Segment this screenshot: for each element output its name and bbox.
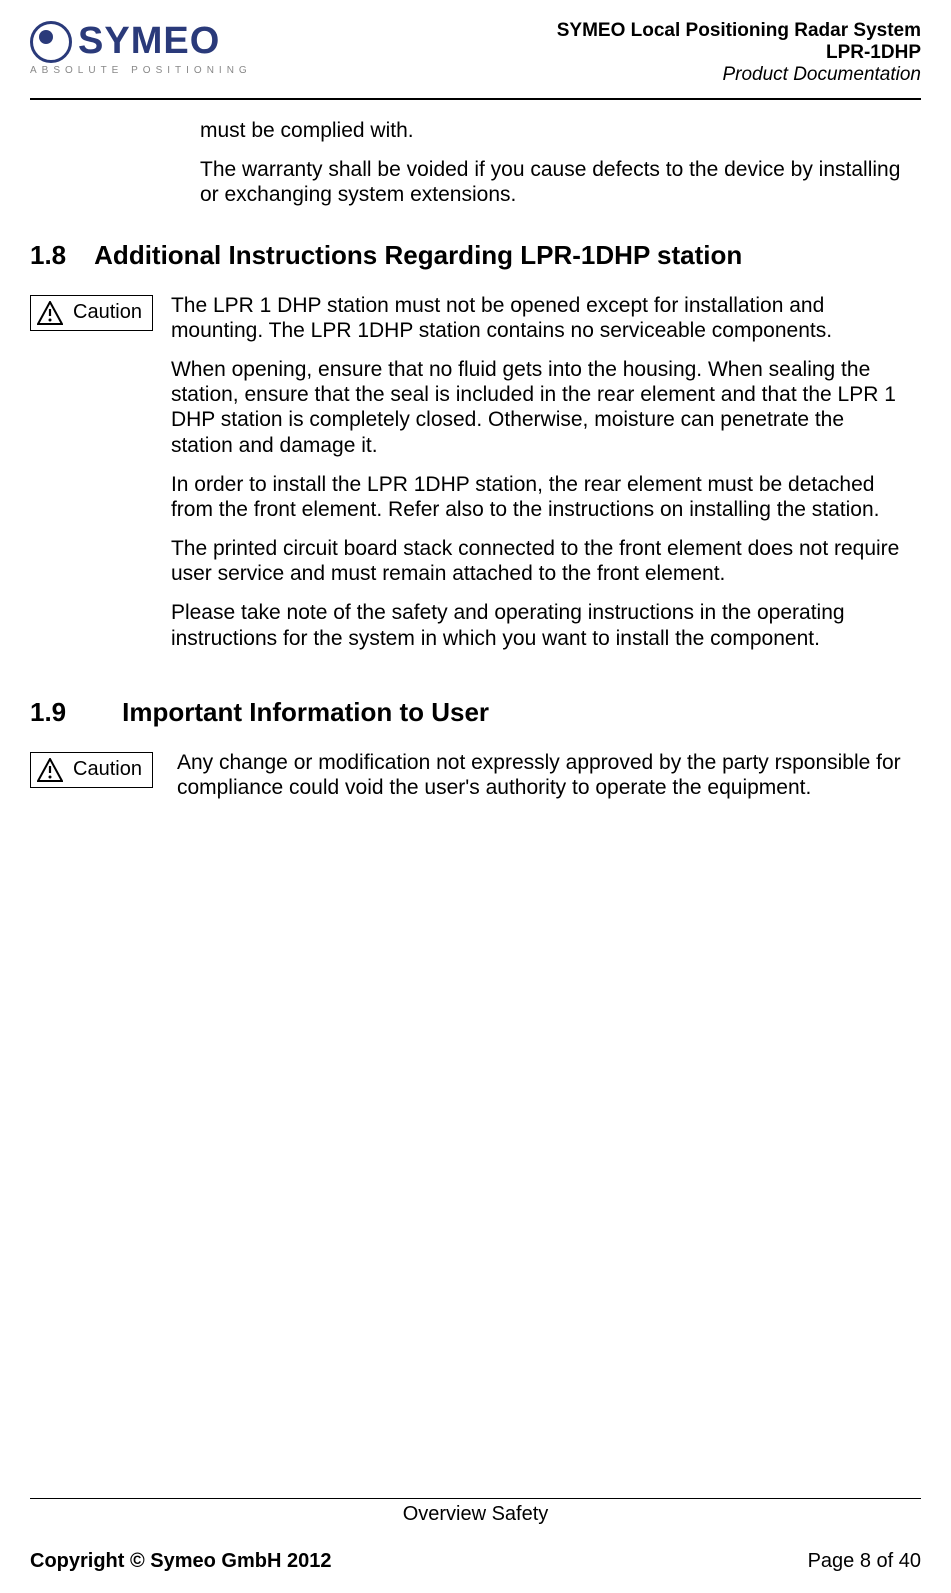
warning-icon xyxy=(37,758,63,782)
header-line-3: Product Documentation xyxy=(557,64,921,86)
page-footer: Overview Safety Copyright © Symeo GmbH 2… xyxy=(30,1498,921,1573)
body-paragraph: must be complied with. xyxy=(200,118,911,143)
body-paragraph: The LPR 1 DHP station must not be opened… xyxy=(171,293,911,343)
logo-icon xyxy=(30,21,72,63)
caution-body: Any change or modification not expressly… xyxy=(171,750,921,814)
footer-divider xyxy=(30,1498,921,1499)
caution-body: The LPR 1 DHP station must not be opened… xyxy=(171,293,921,665)
footer-page-number: Page 8 of 40 xyxy=(808,1550,921,1573)
page-header: SYMEO ABSOLUTE POSITIONING SYMEO Local P… xyxy=(30,20,921,94)
caution-label: Caution xyxy=(73,758,142,781)
section-title: Important Information to User xyxy=(122,697,489,727)
header-divider xyxy=(30,98,921,100)
logo-block: SYMEO ABSOLUTE POSITIONING xyxy=(30,20,252,76)
page-content: must be complied with. The warranty shal… xyxy=(30,118,921,814)
warning-icon xyxy=(37,301,63,325)
caution-block: Caution Any change or modification not e… xyxy=(30,750,921,814)
body-paragraph: Any change or modification not expressly… xyxy=(177,750,911,800)
footer-center-text: Overview Safety xyxy=(30,1503,921,1526)
section-heading-1-8: 1.8 Additional Instructions Regarding LPR… xyxy=(30,240,921,271)
logo-row: SYMEO xyxy=(30,20,252,63)
body-paragraph: The warranty shall be voided if you caus… xyxy=(200,157,911,207)
section-heading-1-9: 1.9 Important Information to User xyxy=(30,697,921,728)
logo-tagline: ABSOLUTE POSITIONING xyxy=(30,65,252,76)
section-number: 1.9 xyxy=(30,697,66,727)
caution-block: Caution The LPR 1 DHP station must not b… xyxy=(30,293,921,665)
footer-copyright: Copyright © Symeo GmbH 2012 xyxy=(30,1550,331,1573)
section-number: 1.8 xyxy=(30,240,66,270)
body-paragraph: In order to install the LPR 1DHP station… xyxy=(171,472,911,522)
header-line-2: LPR-1DHP xyxy=(557,42,921,64)
body-paragraph: Please take note of the safety and opera… xyxy=(171,600,911,650)
section-title: Additional Instructions Regarding LPR-1D… xyxy=(94,240,742,270)
header-title-block: SYMEO Local Positioning Radar System LPR… xyxy=(557,20,921,86)
body-paragraph: The printed circuit board stack connecte… xyxy=(171,536,911,586)
body-paragraph: When opening, ensure that no fluid gets … xyxy=(171,357,911,458)
caution-badge: Caution xyxy=(30,295,153,331)
caution-badge: Caution xyxy=(30,752,153,788)
header-line-1: SYMEO Local Positioning Radar System xyxy=(557,20,921,42)
footer-row: Copyright © Symeo GmbH 2012 Page 8 of 40 xyxy=(30,1532,921,1573)
caution-label: Caution xyxy=(73,301,142,324)
logo-text: SYMEO xyxy=(78,20,220,63)
